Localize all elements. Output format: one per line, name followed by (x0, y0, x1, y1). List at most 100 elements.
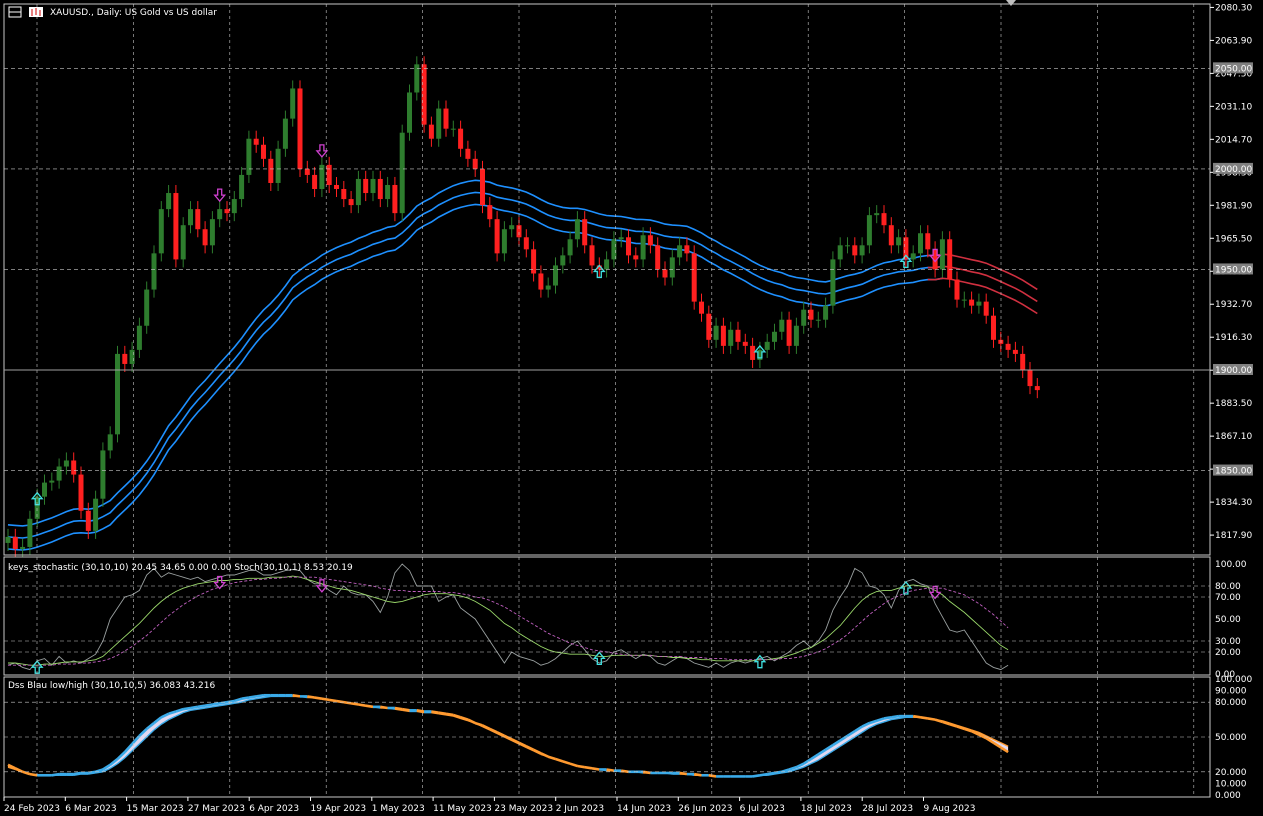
date-tick-label: 6 Jul 2023 (740, 804, 785, 814)
date-tick-label: 28 Jul 2023 (862, 804, 913, 814)
candle-body (574, 219, 580, 240)
price-tick-label: 2014.70 (1215, 135, 1252, 145)
candle-body (793, 325, 799, 346)
date-tick-label: 6 Apr 2023 (249, 804, 299, 814)
candle-body (297, 88, 303, 169)
price-tick-label: 2063.90 (1215, 36, 1252, 46)
sell-arrow-icon (315, 144, 329, 158)
candle-body (991, 315, 996, 340)
candle-body (939, 239, 945, 270)
chart-title: XAUUSD., Daily: US Gold vs US dollar (50, 8, 217, 18)
candle-body (881, 213, 887, 226)
price-level-label: 1950.00 (1215, 265, 1252, 275)
candle-body (268, 158, 274, 183)
dss-fast-segment (891, 714, 899, 719)
candle-body (334, 184, 339, 190)
candle-body (779, 319, 785, 332)
candle-body (129, 349, 135, 364)
candle-body (852, 245, 858, 256)
candle-body (983, 301, 989, 316)
stochastic-legend: keys_stochastic (30,10,10) 20.45 34.65 0… (8, 563, 353, 573)
candle-body (918, 233, 923, 254)
candle-body (589, 245, 595, 266)
candle-body (85, 510, 91, 531)
candle-body (166, 193, 172, 210)
date-tick-label: 19 Apr 2023 (311, 804, 367, 814)
price-pane (5, 56, 1040, 558)
date-tick-label: 1 May 2023 (372, 804, 425, 814)
candle-body (969, 299, 975, 306)
stochastic-pane (7, 563, 1009, 674)
dss-tick-label: 90.000 (1215, 687, 1247, 697)
candle-body (63, 460, 69, 467)
stoch-tick-label: 70.00 (1215, 593, 1241, 603)
envelope-band-line (7, 191, 943, 539)
price-pane-frame (3, 3, 1211, 556)
dss-pane (7, 693, 1009, 778)
price-tick-label: 1916.30 (1215, 333, 1252, 343)
candle-body (12, 536, 18, 549)
candle-body (728, 329, 734, 346)
candle-body (976, 301, 982, 306)
candle-body (925, 233, 931, 250)
candle-body (501, 229, 507, 254)
candle-body (764, 341, 770, 350)
candle-body (282, 118, 288, 149)
date-tick-label: 14 Jun 2023 (617, 804, 671, 814)
candle-body (158, 209, 164, 254)
candle-body (472, 158, 478, 169)
candle-body (720, 325, 726, 346)
price-level-label: 1900.00 (1215, 366, 1252, 376)
candle-body (677, 245, 683, 258)
candle-body (480, 168, 485, 206)
candle-body (144, 289, 150, 326)
chart-type-icon[interactable] (8, 6, 43, 18)
date-tick-label: 27 Mar 2023 (188, 804, 245, 814)
candle-body (1027, 369, 1033, 387)
candle-body (377, 178, 383, 200)
candle-body (604, 259, 610, 270)
candle-body (319, 164, 325, 190)
candle-body (618, 237, 624, 240)
date-tick-label: 2 Jun 2023 (556, 804, 604, 814)
candle-body (713, 325, 719, 340)
candle-body (837, 245, 843, 260)
price-tick-label: 1817.90 (1215, 531, 1252, 541)
candle-body (209, 219, 215, 246)
candle-body (348, 199, 354, 206)
chart-canvas: 2080.302063.902047.502031.102014.701998.… (3, 0, 1253, 814)
candle-body (494, 219, 500, 254)
envelope-band-line (7, 203, 943, 551)
candle-body (363, 178, 369, 194)
price-tick-label: 1883.50 (1215, 399, 1252, 409)
candle-body (107, 434, 113, 451)
dss-fast-segment (241, 696, 250, 701)
candle-body (859, 245, 865, 256)
candle-body (961, 299, 967, 301)
candle-body (27, 518, 33, 547)
dss-tick-label: 10.000 (1215, 779, 1247, 789)
candle-body (750, 345, 756, 360)
date-tick-label: 15 Mar 2023 (127, 804, 184, 814)
candle-body (772, 331, 777, 342)
envelope-band-line-bear (927, 265, 1038, 303)
candle-body (253, 138, 259, 145)
candle-body (910, 253, 916, 260)
dss-fast-segment (248, 695, 257, 699)
stochastic-pane-frame (3, 556, 1211, 676)
dss-fast-segment (197, 704, 206, 709)
candle-body (355, 178, 361, 206)
candle-body (115, 353, 120, 435)
candle-body (487, 205, 493, 220)
candle-body (20, 546, 26, 549)
envelope-band-line-bear (927, 277, 1038, 315)
price-tick-label: 1867.10 (1215, 432, 1252, 442)
price-tick-label: 1834.30 (1215, 498, 1252, 508)
dss-tick-label: 20.000 (1215, 768, 1247, 778)
date-tick-label: 26 Jun 2023 (678, 804, 732, 814)
candle-body (341, 189, 347, 200)
scroll-marker-icon (1006, 0, 1016, 6)
candle-body (290, 88, 296, 119)
price-tick-label: 1981.90 (1215, 201, 1252, 211)
candle-body (261, 144, 266, 159)
